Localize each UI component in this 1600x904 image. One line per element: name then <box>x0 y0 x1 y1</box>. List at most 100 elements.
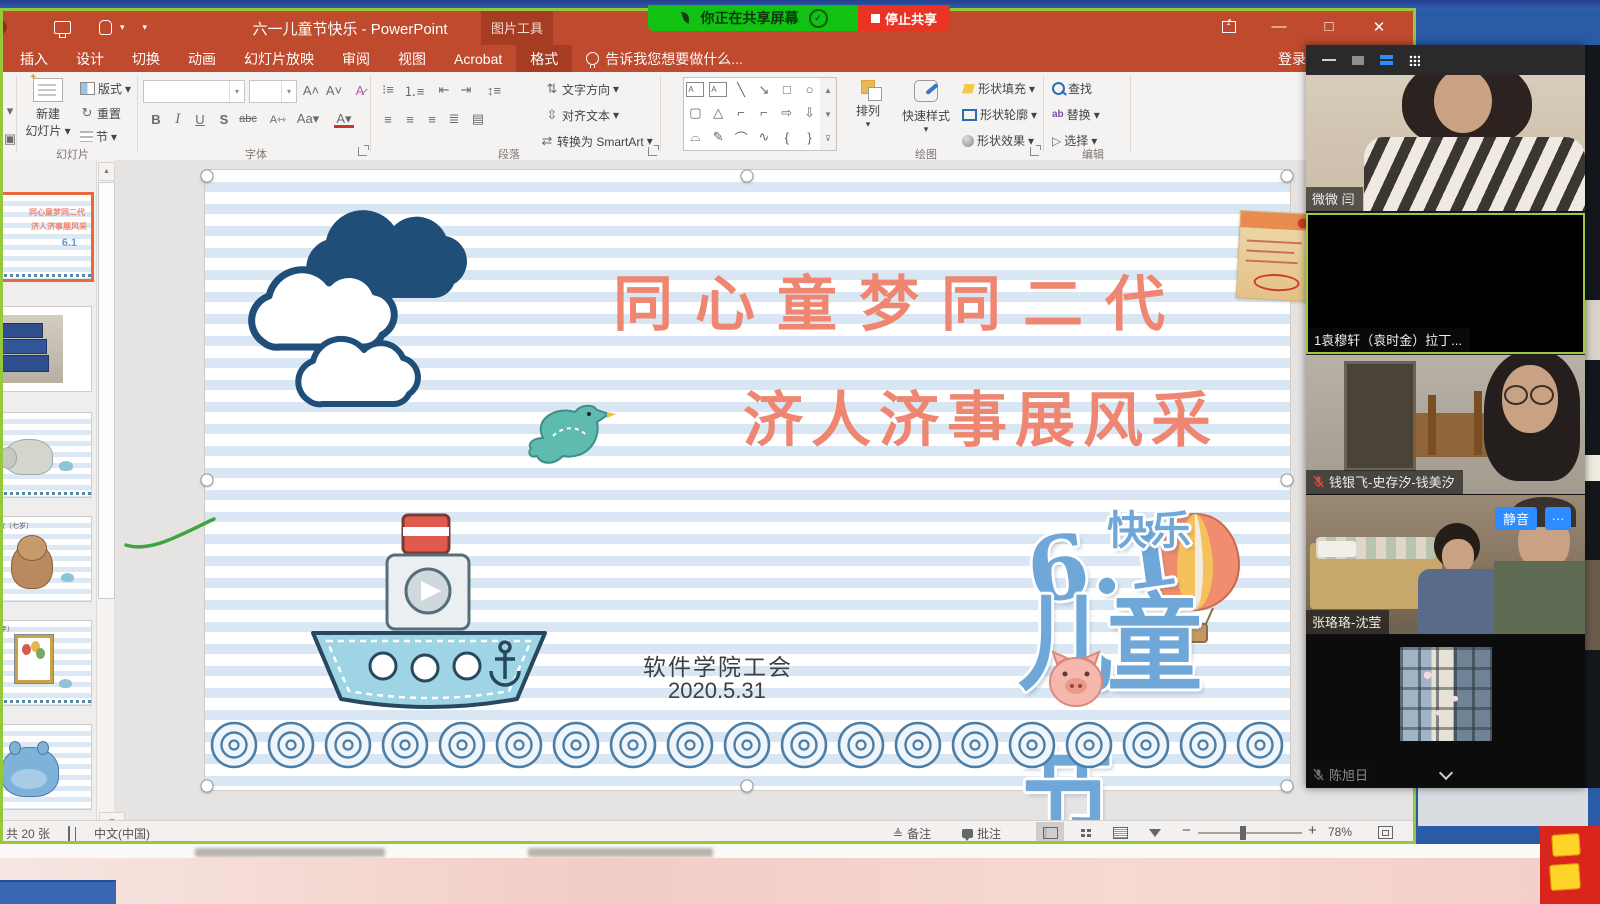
selection-handle[interactable] <box>1281 474 1294 487</box>
shape-down-arrow-icon[interactable]: ⇩ <box>804 105 815 121</box>
tab-view[interactable]: 视图 <box>384 45 440 72</box>
replace-button[interactable]: ab替换 ▾ <box>1052 106 1100 123</box>
tab-transitions[interactable]: 切换 <box>118 45 174 72</box>
notes-button[interactable]: ≜备注 <box>893 825 931 842</box>
justify-button[interactable]: ≣ <box>444 110 464 128</box>
zoom-slider-track[interactable] <box>1198 832 1302 834</box>
dropdown-caret-icon[interactable]: ▾ <box>120 22 125 33</box>
tab-format[interactable]: 格式 <box>516 45 572 72</box>
gallery-more-icon[interactable]: ⊽ <box>825 134 831 143</box>
selection-handle[interactable] <box>201 780 214 793</box>
clear-formatting-icon[interactable]: A̷ <box>350 81 370 99</box>
increase-indent-button[interactable]: ⇥ <box>456 81 476 99</box>
thumbnail-slide-6[interactable] <box>0 725 91 809</box>
thumbnail-scrollbar[interactable]: ▲ <box>96 160 114 820</box>
spell-check-icon[interactable] <box>68 826 70 842</box>
align-left-button[interactable]: ≡ <box>378 110 398 128</box>
shape-textbox-icon[interactable]: A <box>686 82 704 97</box>
collapse-panel-chevron[interactable] <box>1433 768 1459 782</box>
convert-smartart-button[interactable]: ⇄转换为 SmartArt ▾ <box>540 132 653 150</box>
start-from-beginning-icon[interactable] <box>54 21 71 34</box>
language-label[interactable]: 中文(中国) <box>94 825 150 842</box>
stop-sharing-button[interactable]: 停止共享 <box>858 5 950 31</box>
quick-styles-button[interactable]: 快速样式▾ <box>897 80 955 135</box>
gallery-up-icon[interactable]: ▲ <box>824 86 832 95</box>
reading-view-button[interactable] <box>1106 822 1134 843</box>
shape-line-icon[interactable]: ╲ <box>737 82 745 98</box>
ribbon-display-options-button[interactable] <box>1204 8 1254 45</box>
font-color-button[interactable]: A▾ <box>334 110 354 128</box>
minimize-button[interactable]: — <box>1254 8 1304 45</box>
align-text-button[interactable]: ⇳对齐文本 ▾ <box>545 106 619 124</box>
shadow-button[interactable]: S <box>214 110 234 128</box>
font-size-combobox[interactable]: ▾ <box>249 80 297 103</box>
selection-handle[interactable] <box>741 780 754 793</box>
slide-canvas[interactable]: 同心童梦同二代 济人济事展风采 <box>205 170 1290 790</box>
normal-view-button[interactable] <box>1036 822 1064 843</box>
selection-handle[interactable] <box>1281 780 1294 793</box>
participant-tile[interactable]: 静音 ··· 张珞珞-沈莹 <box>1306 495 1585 635</box>
selection-handle[interactable] <box>201 474 214 487</box>
shape-outline-button[interactable]: 形状轮廓 ▾ <box>962 106 1037 123</box>
close-button[interactable]: ✕ <box>1354 8 1404 45</box>
increase-font-size-icon[interactable]: A˄ <box>301 81 321 99</box>
panel-strip-view-icon[interactable] <box>1380 55 1393 65</box>
shape-fill-button[interactable]: 形状填充 ▾ <box>962 80 1035 97</box>
tab-insert[interactable]: 插入 <box>6 45 62 72</box>
zoom-in-button[interactable]: + <box>1308 822 1317 839</box>
zoom-out-button[interactable]: − <box>1182 822 1191 839</box>
tab-design[interactable]: 设计 <box>62 45 118 72</box>
thumbnail-slide-5[interactable]: 年） <box>0 621 91 705</box>
selection-handle[interactable] <box>741 170 754 183</box>
thumbnail-slide-1[interactable]: 同心童梦同二代 济人济事展风采 6.1 <box>0 195 91 279</box>
shape-oval-icon[interactable]: ○ <box>806 82 814 97</box>
new-slide-button[interactable]: 新建 幻灯片 ▾ <box>22 78 74 139</box>
selection-handle[interactable] <box>201 170 214 183</box>
comments-button[interactable]: 批注 <box>962 825 1001 842</box>
change-case-button[interactable]: Aa▾ <box>298 110 318 128</box>
font-name-combobox[interactable]: ▾ <box>143 80 245 103</box>
strikethrough-button[interactable]: abc <box>238 110 258 128</box>
columns-button[interactable]: ▤ <box>468 110 488 128</box>
paragraph-dialog-launcher[interactable] <box>648 147 657 156</box>
gallery-down-icon[interactable]: ▼ <box>824 110 832 119</box>
shape-right-arrow-icon[interactable]: ⇨ <box>781 105 792 121</box>
scrollbar-thumb[interactable] <box>98 182 115 599</box>
shapes-gallery[interactable]: A A ╲ ↘ □ ○ ▢ △ ⌐ ⌐ ⇨ ⇩ ⌓ ✎ ⌒ ∿ { } <box>683 77 822 151</box>
scroll-up-icon[interactable]: ▲ <box>98 162 115 181</box>
shape-vertical-textbox-icon[interactable]: A <box>709 82 727 97</box>
reset-button[interactable]: ↻重置 <box>80 104 121 122</box>
participant-tile[interactable]: 钱银飞-史存汐-钱美汐 <box>1306 355 1585 495</box>
shape-scribble-icon[interactable]: ✎ <box>713 129 724 145</box>
shape-elbow-icon[interactable]: ⌐ <box>737 105 745 120</box>
bullets-button[interactable]: ⁝≡ <box>378 81 398 99</box>
drawing-dialog-launcher[interactable] <box>1030 147 1039 156</box>
tab-slideshow[interactable]: 幻灯片放映 <box>230 45 328 72</box>
shape-curve-icon[interactable]: ∿ <box>758 129 769 145</box>
qat-customize-caret-icon[interactable]: ▾ <box>143 22 148 33</box>
panel-minimize-icon[interactable] <box>1322 59 1336 61</box>
participant-tile[interactable]: 微微 闫 <box>1306 75 1585 212</box>
tab-review[interactable]: 审阅 <box>328 45 384 72</box>
shape-right-brace-icon[interactable]: } <box>807 130 811 145</box>
decrease-font-size-icon[interactable]: A˅ <box>324 81 344 99</box>
underline-button[interactable]: U <box>190 110 210 128</box>
align-right-button[interactable]: ≡ <box>422 110 442 128</box>
shapes-gallery-scrollbar[interactable]: ▲ ▼ ⊽ <box>820 77 837 151</box>
touch-mouse-mode-icon[interactable] <box>99 20 112 35</box>
shape-elbow-arrow-icon[interactable]: ⌐ <box>760 105 768 120</box>
find-button[interactable]: 查找 <box>1052 80 1092 97</box>
character-spacing-button[interactable]: A⇿ <box>268 110 288 128</box>
participant-tile[interactable]: 1袁穆轩（袁时金）拉丁... <box>1306 213 1585 354</box>
shape-arrow-icon[interactable]: ↘ <box>758 82 769 98</box>
shape-effects-button[interactable]: 形状效果 ▾ <box>962 132 1034 149</box>
arrange-button[interactable]: 排列▾ <box>845 80 891 130</box>
numbering-button[interactable]: ⒈≡ <box>404 81 424 99</box>
slideshow-view-button[interactable] <box>1141 822 1169 843</box>
text-direction-button[interactable]: ⇅文字方向 ▾ <box>545 80 619 98</box>
shape-triangle-icon[interactable]: △ <box>713 105 723 121</box>
thumbnail-slide-4[interactable]: 歌（七岁） <box>0 517 91 601</box>
align-center-button[interactable]: ≡ <box>400 110 420 128</box>
tab-acrobat[interactable]: Acrobat <box>440 45 516 72</box>
mute-button[interactable]: 静音 <box>1495 507 1537 530</box>
